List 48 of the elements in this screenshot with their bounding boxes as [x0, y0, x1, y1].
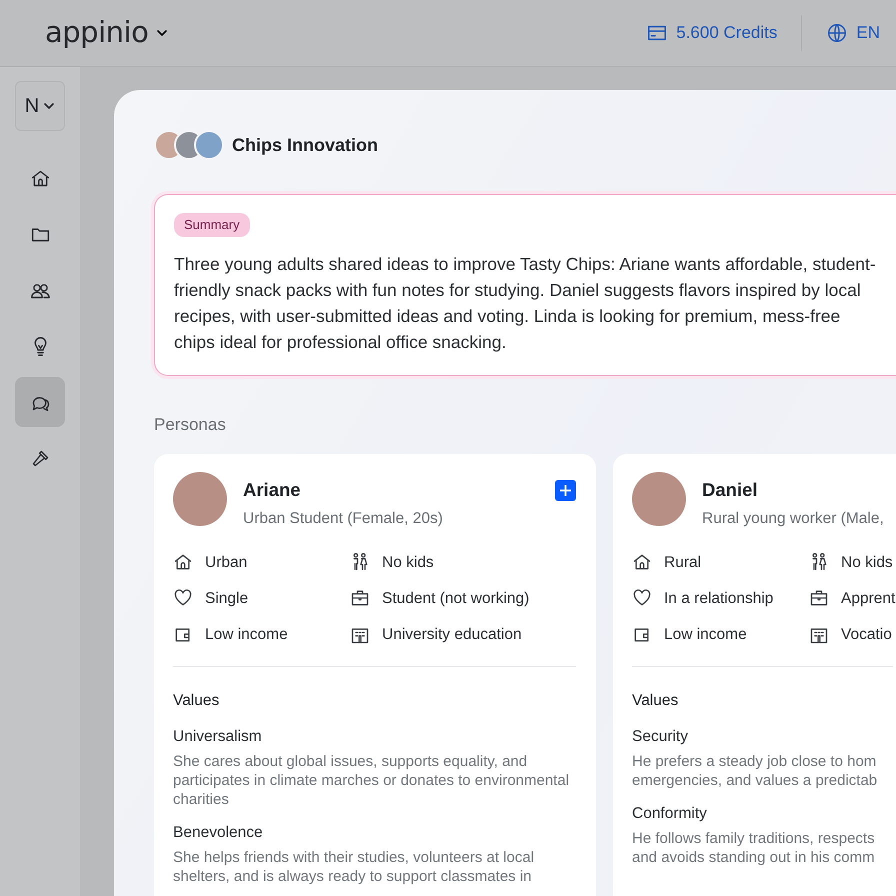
value-title: Universalism: [173, 726, 263, 746]
sidebar-nav-button[interactable]: [15, 377, 65, 427]
persona-description: Urban Student (Female, 20s): [243, 509, 444, 530]
chevron-down-icon: [156, 29, 168, 37]
persona-name: Ariane: [243, 478, 302, 502]
language-button[interactable]: EN: [826, 20, 880, 46]
attribute-label: No kids: [841, 552, 893, 572]
value-description: She cares about global issues, supports equality, and participates in climate marches or donates to environmental charities: [173, 752, 570, 809]
attribute-label: Vocatio: [841, 625, 892, 645]
values-heading: Values: [173, 691, 220, 712]
study-title: Chips Innovation: [232, 134, 378, 157]
credits-button[interactable]: 5.600 Credits: [646, 20, 778, 46]
home-icon: [173, 552, 193, 572]
heart-icon: [173, 588, 193, 608]
attribute-label: Single: [205, 588, 248, 609]
heart-icon: [632, 588, 652, 608]
persona-name: Daniel: [702, 478, 759, 502]
attribute-label: In a relationship: [664, 588, 774, 609]
value-description: He follows family traditions, respects and avoids standing out in his comm: [632, 829, 876, 867]
plus-icon: [559, 484, 572, 496]
avatar-photo-placeholder: [173, 472, 227, 526]
attribute-label: Apprent: [841, 588, 896, 609]
value-description: He prefers a steady job close to hom emergencies, and values a predictab: [632, 752, 878, 790]
logo-menu-button[interactable]: appinio: [45, 11, 168, 55]
summary-tag: Summary: [174, 213, 250, 236]
attribute-label: Urban: [205, 552, 248, 572]
attribute-label: Rural: [664, 552, 702, 572]
briefcase-icon: [350, 588, 370, 608]
attribute-label: Low income: [205, 625, 288, 645]
chevron-down-icon: [43, 102, 56, 110]
attribute-label: Student (not working): [382, 588, 530, 609]
section-heading: Personas: [154, 414, 227, 436]
attribute-label: University education: [382, 625, 522, 645]
value-title: Benevolence: [173, 822, 264, 843]
globe-icon: [826, 22, 848, 44]
attribute-label: No kids: [382, 552, 434, 572]
workspace-button[interactable]: N: [15, 81, 65, 131]
add-button[interactable]: [555, 480, 576, 500]
persona-description: Rural young worker (Male,: [702, 509, 885, 530]
summary-text: Three young adults shared ideas to improve Tasty Chips: Ariane wants affordable, student-friendly snack packs with fun notes for studying. Daniel suggests flavors inspired by local recipes, with user-submitted ideas and voting. Linda is looking for premium, mess-free chips ideal for professional office snacking.: [174, 253, 876, 354]
home-icon: [632, 552, 652, 572]
values-heading: Values: [632, 691, 680, 712]
value-title: Security: [632, 726, 689, 746]
value-title: Conformity: [632, 804, 708, 824]
attribute-label: Low income: [664, 625, 747, 645]
avatar-photo-placeholder: [632, 472, 686, 526]
value-description: She helps friends with their studies, volunteers at local shelters, and is always ready to support classmates in: [173, 848, 536, 886]
briefcase-icon: [809, 588, 829, 608]
